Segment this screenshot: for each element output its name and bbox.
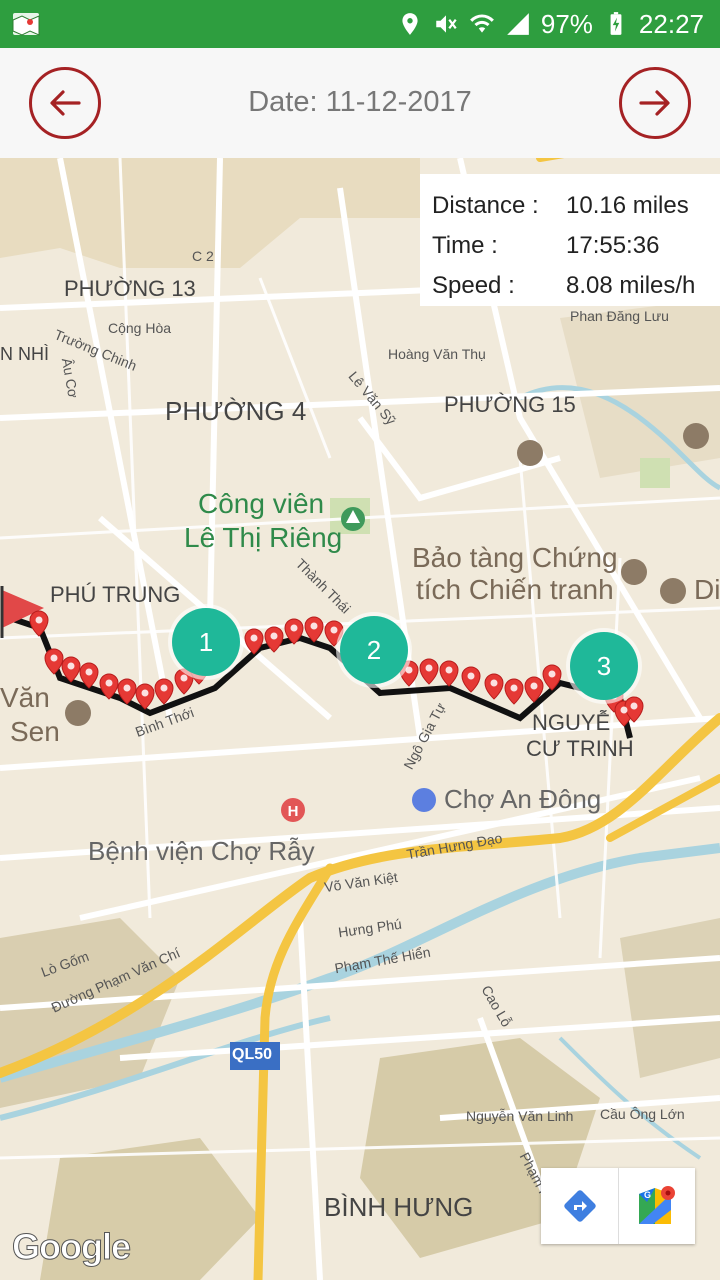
directions-button[interactable]: [541, 1168, 618, 1244]
map-toolbar: G: [541, 1168, 695, 1244]
open-google-maps-button[interactable]: G: [618, 1168, 695, 1244]
wifi-icon: [469, 14, 494, 33]
map-label-nguyen-cu-trinh-2: CƯ TRINH: [526, 736, 634, 761]
map-label-phu-trung: PHÚ TRUNG: [50, 582, 181, 607]
battery-percent: 97%: [540, 8, 593, 39]
speed-label: Speed :: [432, 272, 515, 299]
map-label-di: Di: [694, 574, 720, 605]
map-label-nhi: N NHÌ: [0, 344, 49, 364]
map-label-phan-dang-luu: Phan Đăng Lưu: [570, 308, 669, 324]
map-label-cau-ong-lon: Cầu Ông Lớn: [600, 1106, 685, 1122]
map-view[interactable]: H PHƯỜNG 13 PHƯỜNG 4 PHƯỜNG 15 PHÚ TRUNG…: [0, 158, 720, 1280]
map-label-museum-line1: Bảo tàng Chứng: [412, 542, 618, 573]
trip-info-panel: Distance : 10.16 miles Time : 17:55:36 S…: [420, 174, 720, 306]
map-label-museum-line2: tích Chiến tranh: [416, 574, 614, 605]
next-day-button[interactable]: [619, 67, 691, 139]
date-title: Date: 11-12-2017: [248, 86, 472, 118]
marker-cluster-3[interactable]: 3: [570, 632, 638, 700]
distance-row: Distance : 10.16 miles: [432, 186, 708, 226]
battery-icon: [610, 12, 622, 35]
map-label-binh-hung: BÌNH HƯNG: [324, 1192, 474, 1222]
time-value: 17:55:36: [566, 232, 660, 259]
google-logo: Google: [12, 1226, 132, 1268]
signal-icon: [507, 13, 529, 35]
directions-icon: [563, 1190, 596, 1222]
location-icon: [402, 13, 418, 35]
map-label-benh-vien: Bệnh viện Chợ Rẫy: [88, 836, 315, 866]
map-label-sen: Sen: [10, 716, 60, 747]
map-label-phuong15: PHƯỜNG 15: [444, 392, 576, 417]
map-label-park-line1: Công viên: [198, 488, 325, 519]
google-maps-icon: G: [639, 1186, 675, 1224]
map-label-ql50: QL50: [232, 1046, 273, 1063]
time-label: Time :: [432, 232, 498, 259]
status-bar: 97% 22:27: [0, 0, 720, 48]
speed-value: 8.08 miles/h: [566, 272, 696, 299]
map-label-nguyen-cu-trinh-1: NGUYỄ: [532, 710, 611, 735]
mute-icon: [436, 15, 457, 33]
distance-label: Distance :: [432, 192, 539, 219]
speed-row: Speed : 8.08 miles/h: [432, 266, 708, 306]
time-row: Time : 17:55:36: [432, 226, 708, 266]
app-header: Date: 11-12-2017: [0, 48, 720, 158]
svg-text:G: G: [644, 1190, 651, 1200]
map-label-cong-hoa: Cộng Hòa: [108, 320, 172, 336]
marker-cluster-2[interactable]: 2: [340, 616, 408, 684]
map-label-cho-an-dong: Chợ An Đông: [444, 784, 602, 814]
map-label-c2: C 2: [192, 248, 214, 264]
distance-value: 10.16 miles: [566, 192, 689, 219]
map-label-hoang-van-thu: Hoàng Văn Thụ: [388, 346, 486, 362]
svg-text:H: H: [288, 803, 299, 820]
map-label-park-line2: Lê Thị Riêng: [184, 522, 343, 553]
app-map-icon: [12, 13, 40, 36]
marker-cluster-1[interactable]: 1: [172, 608, 240, 676]
map-label-phuong13: PHƯỜNG 13: [64, 276, 196, 301]
arrow-right-icon: [639, 90, 670, 116]
map-label-van: Văn: [0, 682, 50, 713]
clock: 22:27: [638, 8, 704, 39]
map-label-nguyen-van-linh: Nguyễn Văn Linh: [466, 1108, 574, 1124]
map-label-phuong4: PHƯỜNG 4: [165, 396, 307, 426]
